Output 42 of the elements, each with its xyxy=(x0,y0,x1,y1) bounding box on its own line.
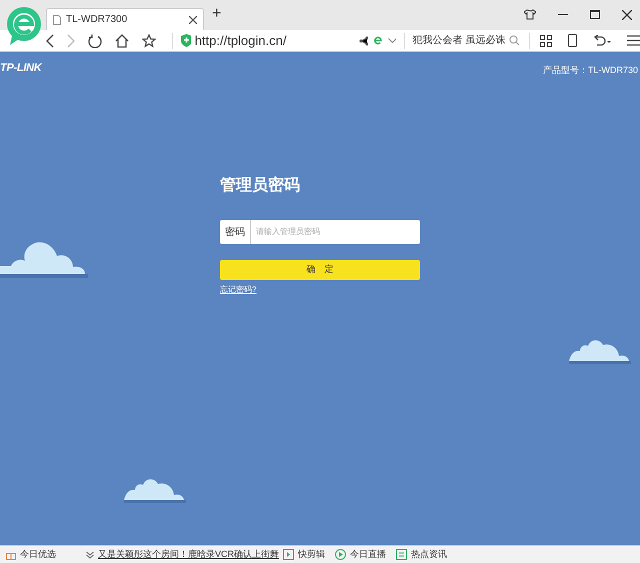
status-bar-item[interactable]: 今日直播 xyxy=(350,548,386,562)
close-icon[interactable] xyxy=(622,10,632,20)
tablet-icon[interactable] xyxy=(568,34,577,47)
back-icon[interactable] xyxy=(46,34,54,48)
clip-icon xyxy=(283,549,294,560)
product-model: 产品型号：TL-WDR730 xyxy=(542,64,638,77)
undo-icon[interactable] xyxy=(592,34,611,46)
cloud-drawing xyxy=(569,340,631,366)
status-bar-item[interactable]: 今日优选 xyxy=(20,548,56,562)
star-icon[interactable] xyxy=(142,34,156,48)
status-bar-item[interactable]: 快剪辑 xyxy=(298,548,326,562)
tab-title: TL-WDR7300 xyxy=(66,13,128,27)
shirt-icon[interactable] xyxy=(524,9,536,20)
shield-icon xyxy=(181,34,191,47)
page-icon xyxy=(53,14,61,24)
maximize-icon[interactable] xyxy=(590,10,600,19)
password-field[interactable]: 请输入管理员密码 xyxy=(251,220,420,244)
forgot-password-link[interactable]: 忘记密码? xyxy=(220,284,256,296)
new-tab-button[interactable]: + xyxy=(212,2,222,26)
minimize-icon[interactable] xyxy=(558,14,568,16)
cloud-drawing xyxy=(124,479,186,505)
home-icon[interactable] xyxy=(115,34,129,48)
search-icon[interactable] xyxy=(509,35,519,46)
browser-engine-icon[interactable] xyxy=(374,36,382,45)
status-bar-item[interactable]: 热点资讯 xyxy=(411,548,448,562)
page-heading: 管理员密码 xyxy=(220,175,301,196)
chevron-down-icon[interactable] xyxy=(388,38,396,44)
play-icon xyxy=(335,549,346,560)
reload-icon[interactable] xyxy=(88,34,102,48)
search-field[interactable]: 犯我公会者 虽远必诛 xyxy=(412,33,506,48)
headline-link[interactable]: 又是关颖彤这个房间！鹿晗录VCR确认上街舞 xyxy=(98,548,280,562)
close-icon[interactable] xyxy=(189,16,197,24)
confirm-button[interactable]: 确 定 xyxy=(220,260,420,280)
apps-grid-icon[interactable] xyxy=(540,34,552,46)
menu-icon[interactable] xyxy=(626,35,640,46)
share-icon[interactable] xyxy=(358,36,368,46)
chevron-down-icon[interactable] xyxy=(86,550,94,558)
address-bar[interactable]: http://tplogin.cn/ xyxy=(194,30,349,50)
field-label: 密码 xyxy=(220,220,251,244)
brand-logo: TP-LINK xyxy=(0,61,42,76)
news-icon xyxy=(396,549,408,560)
browser-tab[interactable]: TL-WDR7300 xyxy=(46,8,204,30)
